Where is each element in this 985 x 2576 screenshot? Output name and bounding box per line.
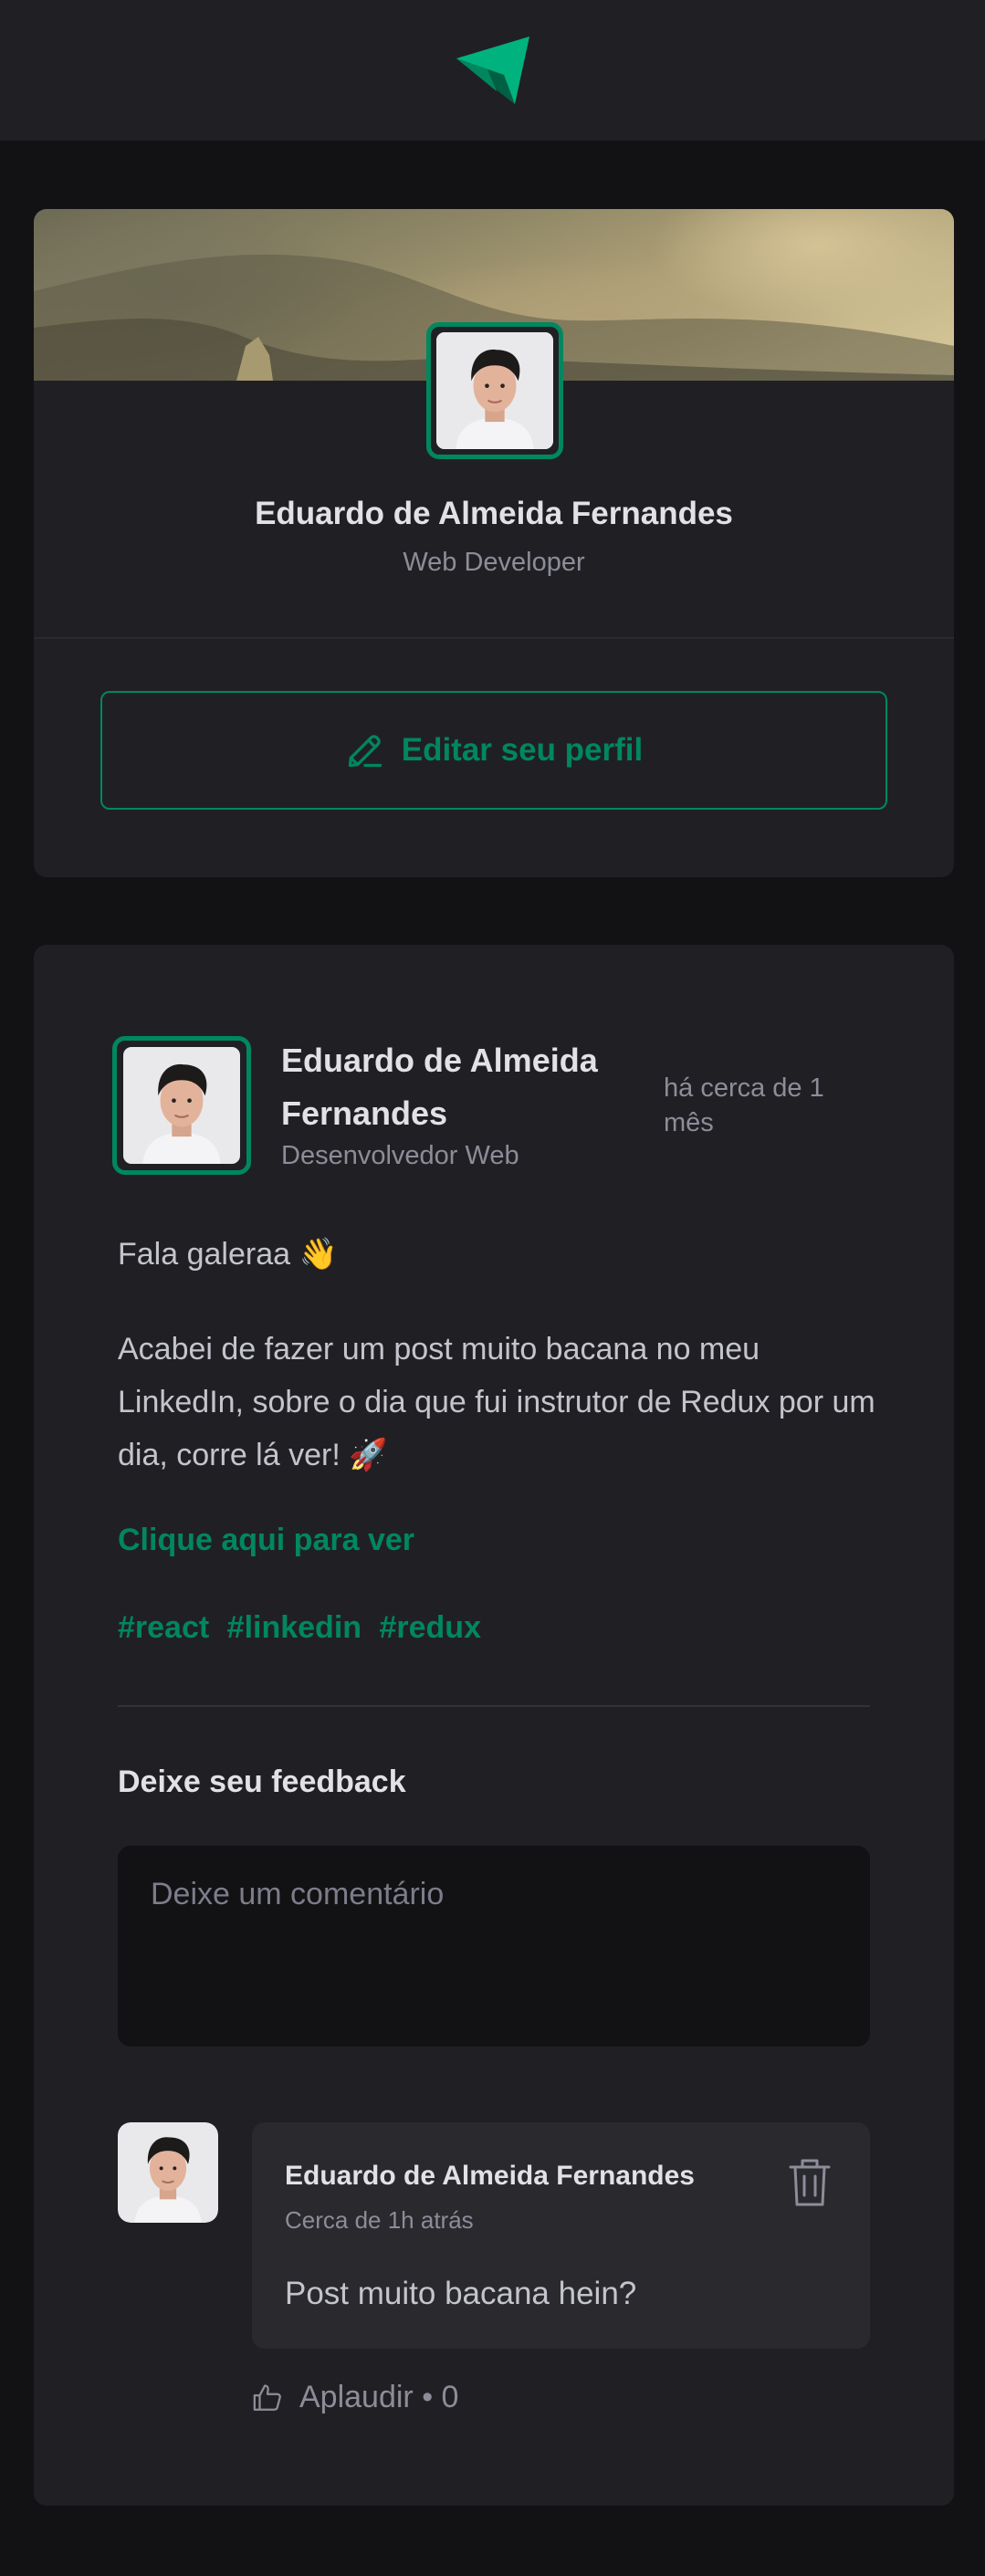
app-header <box>0 0 985 141</box>
trash-icon <box>789 2159 831 2206</box>
tag-link[interactable]: #redux <box>379 1610 481 1645</box>
feedback-title: Deixe seu feedback <box>118 1764 406 1799</box>
post-tags: #react #linkedin #redux <box>118 1601 490 1654</box>
comment-author-name: Eduardo de Almeida Fernandes <box>285 2161 695 2191</box>
profile-divider <box>34 637 954 639</box>
user-photo <box>436 332 553 449</box>
user-photo <box>123 1047 240 1164</box>
post-timestamp: há cerca de 1 mês <box>664 1073 824 1137</box>
tag-link[interactable]: #react <box>118 1610 209 1645</box>
post-divider <box>118 1705 870 1707</box>
edit-profile-button[interactable]: Editar seu perfil <box>100 691 887 810</box>
comment-author-avatar[interactable] <box>118 2122 218 2223</box>
profile-role: Web Developer <box>403 548 585 577</box>
pencil-icon <box>348 735 382 768</box>
post-link[interactable]: Clique aqui para ver <box>118 1513 414 1566</box>
delete-comment-button[interactable] <box>784 2157 835 2208</box>
comment-bubble: Eduardo de Almeida Fernandes Cerca de 1h… <box>252 2122 870 2349</box>
applaud-button[interactable]: Aplaudir • 0 <box>252 2380 458 2415</box>
profile-avatar[interactable] <box>426 322 563 459</box>
post-paragraph: Acabei de fazer um post muito bacana no … <box>118 1332 875 1472</box>
post-paragraph: Fala galeraa 👋 <box>118 1237 338 1272</box>
profile-name: Eduardo de Almeida Fernandes <box>255 496 733 531</box>
comment-input[interactable] <box>118 1846 870 2047</box>
thumbs-up-icon <box>253 2383 281 2411</box>
tag-link[interactable]: #linkedin <box>227 1610 362 1645</box>
post-author-avatar[interactable] <box>112 1036 251 1175</box>
edit-profile-label: Editar seu perfil <box>401 732 644 768</box>
comment-text: Post muito bacana hein? <box>285 2276 637 2311</box>
paper-plane-logo-icon <box>456 37 529 104</box>
profile-card: Eduardo de Almeida Fernandes Web Develop… <box>34 209 954 877</box>
applaud-label: Aplaudir • 0 <box>299 2380 459 2414</box>
post-card: Eduardo de Almeida Fernandes Desenvolved… <box>34 945 954 2506</box>
comment-timestamp: Cerca de 1h atrás <box>285 2206 474 2234</box>
post-author-role: Desenvolvedor Web <box>281 1141 519 1170</box>
user-photo <box>118 2122 218 2223</box>
post-author-name: Eduardo de Almeida Fernandes <box>281 1042 598 1132</box>
